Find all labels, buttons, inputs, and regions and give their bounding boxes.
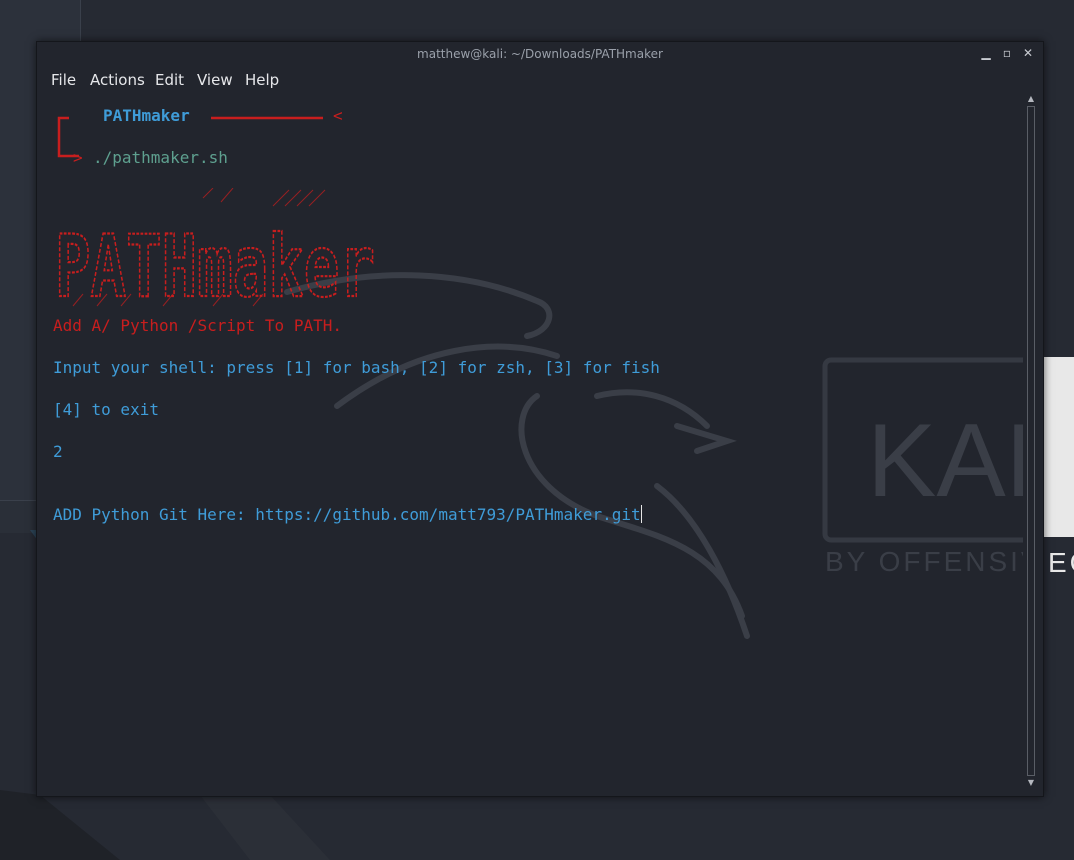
menu-view[interactable]: View [197, 71, 233, 89]
kali-logo-text: KAL [867, 403, 1023, 519]
close-icon[interactable]: ✕ [1021, 46, 1035, 60]
vertical-scrollbar[interactable]: ▲ ▼ [1025, 94, 1037, 790]
menu-bar: File Actions Edit View Help [37, 68, 1043, 94]
minimize-icon[interactable]: ▁ [979, 46, 993, 60]
svg-text:EC: EC [1048, 547, 1074, 578]
window-title: matthew@kali: ~/Downloads/PATHmaker [417, 47, 663, 61]
menu-actions[interactable]: Actions [90, 71, 145, 89]
scroll-up-icon[interactable]: ▲ [1025, 94, 1037, 104]
menu-actions-label: Actions [90, 71, 145, 89]
exit-prompt: [4] to exit [53, 400, 159, 419]
title-bar[interactable]: matthew@kali: ~/Downloads/PATHmaker ▁ ▫ … [37, 42, 1043, 66]
menu-view-label: View [197, 71, 233, 89]
shell-prompt: Input your shell: press [1] for bash, [2… [53, 358, 660, 377]
menu-help-label: Help [245, 71, 280, 89]
menu-edit[interactable]: Edit [155, 71, 184, 89]
menu-file[interactable]: File [51, 71, 76, 89]
scroll-down-icon[interactable]: ▼ [1025, 778, 1037, 788]
git-prompt-line: ADD Python Git Here: https://github.com/… [53, 505, 642, 524]
command-arrow: > [73, 148, 83, 167]
terminal-window[interactable]: matthew@kali: ~/Downloads/PATHmaker ▁ ▫ … [36, 41, 1044, 797]
prompt-arrow: < [333, 106, 343, 125]
scroll-track[interactable] [1027, 106, 1035, 776]
menu-help[interactable]: Help [245, 71, 279, 89]
ascii-banner: PATHmaker [54, 188, 376, 308]
maximize-icon[interactable]: ▫ [1000, 46, 1014, 60]
tagline: Add A/ Python /Script To PATH. [53, 316, 342, 335]
text-cursor [640, 505, 642, 523]
menu-edit-label: Edit [155, 71, 185, 89]
git-prompt: ADD Python Git Here: https://github.com/… [53, 505, 641, 524]
prompt-name: PATHmaker [103, 106, 190, 125]
terminal-output[interactable]: KAL BY OFFENSIVE SEC PATHmaker < > ./pat… [37, 96, 1023, 796]
banner-text: PATHmaker [55, 217, 375, 308]
user-choice: 2 [53, 442, 63, 461]
kali-tagline: BY OFFENSIVE SEC [825, 546, 1023, 577]
command-text: ./pathmaker.sh [93, 148, 228, 167]
menu-file-label: File [51, 71, 77, 89]
